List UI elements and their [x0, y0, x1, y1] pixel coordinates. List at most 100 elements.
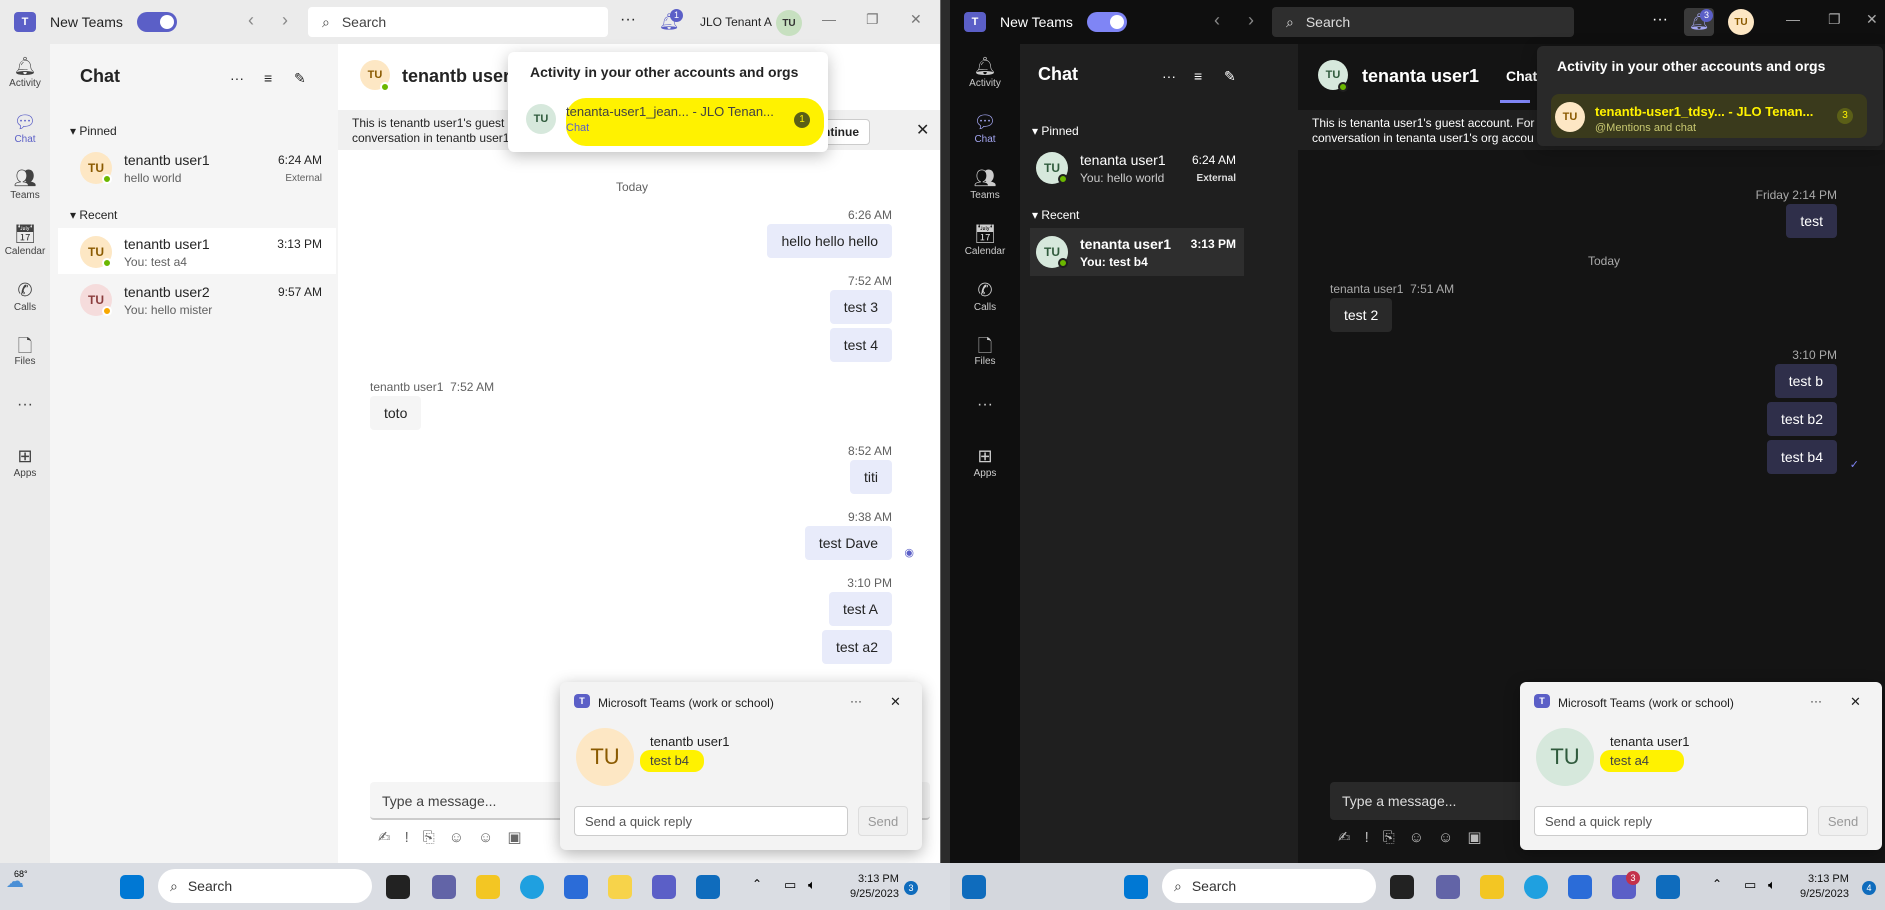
- widgets-icon[interactable]: [962, 875, 986, 899]
- toast-close-icon[interactable]: ✕: [1850, 694, 1861, 710]
- message-bubble[interactable]: test: [1786, 204, 1837, 238]
- rail-activity[interactable]: 🔔︎ Activity: [950, 56, 1020, 89]
- message-bubble[interactable]: test b: [1774, 364, 1837, 398]
- windows-start-icon[interactable]: [1124, 875, 1148, 899]
- rail-chat[interactable]: 💬︎ Chat: [950, 112, 1020, 145]
- pinned-section[interactable]: ▾ Pinned: [70, 124, 117, 138]
- volume-icon[interactable]: 🔈︎: [808, 877, 816, 893]
- rail-chat[interactable]: 💬︎ Chat: [0, 112, 50, 145]
- rail-activity[interactable]: 🔔︎ Activity: [0, 56, 50, 89]
- more-apps-icon[interactable]: ···: [0, 396, 50, 414]
- notification-badge[interactable]: 3: [904, 881, 918, 895]
- rail-teams[interactable]: 👥︎ Teams: [950, 168, 1020, 201]
- close-icon[interactable]: ✕: [910, 11, 922, 28]
- quick-reply-input[interactable]: Send a quick reply: [574, 806, 848, 836]
- rail-calendar[interactable]: 📅︎ Calendar: [0, 224, 50, 257]
- activity-item-title[interactable]: tenanta-user1_jean... - JLO Tenan...: [566, 104, 774, 119]
- taskbar-clock[interactable]: 3:13 PM 9/25/2023: [850, 872, 899, 902]
- recent-section[interactable]: ▾ Recent: [1032, 208, 1079, 222]
- taskbar-search[interactable]: ⌕ Search: [1162, 869, 1376, 903]
- task-view-icon[interactable]: [386, 875, 410, 899]
- recent-section[interactable]: ▾ Recent: [70, 208, 117, 222]
- windows-start-icon[interactable]: [120, 875, 144, 899]
- other-accounts-notification-button[interactable]: 🔔︎ 3: [1684, 8, 1714, 36]
- back-arrow-icon[interactable]: ‹: [248, 10, 254, 31]
- rail-calls[interactable]: ✆ Calls: [950, 280, 1020, 313]
- quick-reply-input[interactable]: Send a quick reply: [1534, 806, 1808, 836]
- chat-list-item[interactable]: TU tenanta user1 You: hello world 6:24 A…: [1020, 144, 1248, 190]
- message-bubble[interactable]: test Dave: [804, 526, 892, 560]
- message-bubble[interactable]: toto: [370, 396, 422, 430]
- profile-avatar[interactable]: TU: [1728, 9, 1754, 35]
- toast-more-icon[interactable]: ···: [1810, 694, 1822, 708]
- chat-list-item[interactable]: TU tenantb user1 hello world 6:24 AM Ext…: [58, 144, 336, 190]
- store-icon[interactable]: [1568, 875, 1592, 899]
- edge-icon[interactable]: [520, 875, 544, 899]
- teams-taskbar-icon[interactable]: [652, 875, 676, 899]
- pinned-section[interactable]: ▾ Pinned: [1032, 124, 1079, 138]
- outlook-icon[interactable]: [696, 875, 720, 899]
- maximize-icon[interactable]: ❐: [1828, 11, 1841, 28]
- outlook-icon[interactable]: [1656, 875, 1680, 899]
- search-input[interactable]: ⌕ Search: [1272, 7, 1574, 37]
- file-explorer-icon[interactable]: [1480, 875, 1504, 899]
- toast-more-icon[interactable]: ···: [850, 694, 862, 708]
- message-bubble[interactable]: test A: [828, 592, 892, 626]
- composer-toolbar[interactable]: ✍!⎘☺☺▣: [378, 828, 536, 846]
- message-bubble[interactable]: hello hello hello: [767, 224, 892, 258]
- chat-list-item[interactable]: TU tenanta user1 You: test b4 3:13 PM: [1030, 228, 1244, 276]
- teams-chat-icon[interactable]: [1436, 875, 1460, 899]
- tray-chevron-icon[interactable]: ⌃: [1712, 877, 1722, 891]
- toast-close-icon[interactable]: ✕: [890, 694, 901, 710]
- forward-arrow-icon[interactable]: ›: [1248, 10, 1254, 31]
- more-options-icon[interactable]: ···: [620, 11, 636, 29]
- composer-toolbar[interactable]: ✍!⎘☺☺▣: [1338, 828, 1496, 846]
- message-bubble[interactable]: test 4: [829, 328, 892, 362]
- filter-icon[interactable]: ≡: [1194, 68, 1202, 84]
- file-explorer-icon[interactable]: [476, 875, 500, 899]
- chat-more-icon[interactable]: ···: [230, 70, 244, 86]
- rail-files[interactable]: 🗋 Files: [0, 334, 50, 367]
- rail-calendar[interactable]: 📅︎ Calendar: [950, 224, 1020, 257]
- minimize-icon[interactable]: —: [822, 11, 836, 27]
- rail-apps[interactable]: ⊞ Apps: [0, 446, 50, 479]
- rail-calls[interactable]: ✆ Calls: [0, 280, 50, 313]
- minimize-icon[interactable]: —: [1786, 11, 1800, 27]
- message-bubble[interactable]: test 3: [829, 290, 892, 324]
- network-icon[interactable]: ▭: [784, 877, 796, 893]
- store-icon[interactable]: [564, 875, 588, 899]
- teams-chat-icon[interactable]: [432, 875, 456, 899]
- chat-list-item[interactable]: TU tenantb user2 You: hello mister 9:57 …: [58, 276, 336, 322]
- rail-files[interactable]: 🗋 Files: [950, 334, 1020, 367]
- other-accounts-notification-button[interactable]: 🔔︎ 1: [654, 8, 684, 36]
- new-chat-icon[interactable]: ✎: [294, 70, 306, 87]
- maximize-icon[interactable]: ❐: [866, 11, 879, 28]
- rail-apps[interactable]: ⊞ Apps: [950, 446, 1020, 479]
- message-bubble[interactable]: test b4: [1766, 440, 1837, 474]
- send-button[interactable]: Send: [1818, 806, 1868, 836]
- window-divider[interactable]: [940, 0, 950, 863]
- tray-chevron-icon[interactable]: ⌃: [752, 877, 762, 891]
- activity-item-title[interactable]: tenantb-user1_tdsy... - JLO Tenan...: [1595, 104, 1813, 119]
- chat-list-item[interactable]: TU tenantb user1 You: test a4 3:13 PM: [58, 228, 336, 274]
- profile-avatar[interactable]: TU: [776, 10, 802, 36]
- message-bubble[interactable]: test b2: [1766, 402, 1837, 436]
- new-chat-icon[interactable]: ✎: [1224, 68, 1236, 85]
- message-bubble[interactable]: test a2: [821, 630, 892, 664]
- volume-icon[interactable]: 🔈︎: [1768, 877, 1776, 893]
- more-apps-icon[interactable]: ···: [950, 396, 1020, 414]
- rail-teams[interactable]: 👥︎ Teams: [0, 168, 50, 201]
- chat-more-icon[interactable]: ···: [1162, 68, 1176, 84]
- network-icon[interactable]: ▭: [1744, 877, 1756, 893]
- message-bubble[interactable]: titi: [850, 460, 892, 494]
- send-button[interactable]: Send: [858, 806, 908, 836]
- notification-badge[interactable]: 4: [1862, 881, 1876, 895]
- search-input[interactable]: ⌕ Search: [308, 7, 608, 37]
- taskbar-search[interactable]: ⌕ Search: [158, 869, 372, 903]
- close-icon[interactable]: ✕: [1866, 11, 1878, 28]
- new-teams-toggle[interactable]: [1086, 12, 1127, 32]
- notes-icon[interactable]: [608, 875, 632, 899]
- close-banner-icon[interactable]: ✕: [916, 120, 929, 140]
- forward-arrow-icon[interactable]: ›: [282, 10, 288, 31]
- task-view-icon[interactable]: [1390, 875, 1414, 899]
